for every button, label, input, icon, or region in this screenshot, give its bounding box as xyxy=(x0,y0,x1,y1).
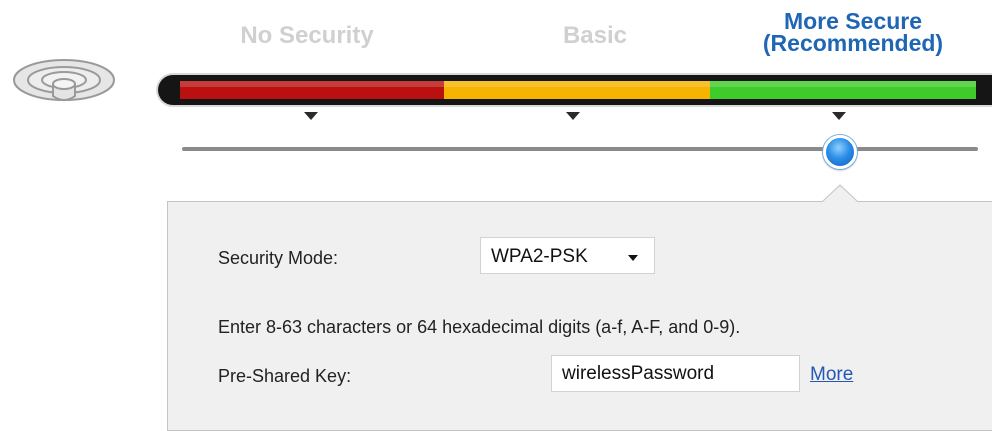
chevron-down-icon xyxy=(628,255,638,261)
psk-input[interactable] xyxy=(551,355,800,392)
security-mode-label: Security Mode: xyxy=(218,248,339,268)
security-mode-select[interactable]: WPA2-PSK xyxy=(480,237,655,274)
panel-pointer xyxy=(822,184,858,202)
level-label-more-secure[interactable]: More Secure (Recommended) xyxy=(742,10,964,55)
security-level-bar xyxy=(158,75,992,105)
security-settings-panel xyxy=(167,201,992,431)
security-slider-track[interactable] xyxy=(182,147,978,151)
more-link[interactable]: More xyxy=(810,364,853,386)
level-marker-more-secure xyxy=(832,112,846,120)
psk-hint-text: Enter 8-63 characters or 64 hexadecimal … xyxy=(218,317,741,337)
level-label-basic[interactable]: Basic xyxy=(540,24,650,48)
level-marker-no-security xyxy=(304,112,318,120)
psk-label: Pre-Shared Key: xyxy=(218,366,352,386)
security-slider-thumb[interactable] xyxy=(823,135,857,169)
wifi-router-icon xyxy=(13,59,115,101)
bar-highlight xyxy=(180,81,976,87)
level-marker-basic xyxy=(566,112,580,120)
level-label-no-security[interactable]: No Security xyxy=(222,24,392,48)
security-mode-value: WPA2-PSK xyxy=(491,246,588,267)
